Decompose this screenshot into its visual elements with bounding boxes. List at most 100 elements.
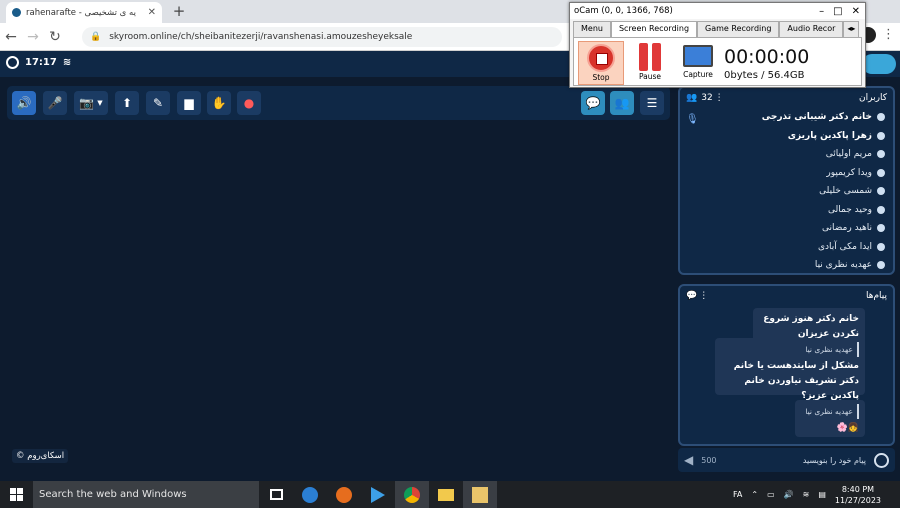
messages-menu-icon[interactable]: ⋮ (697, 291, 708, 301)
lock-icon: 🔒 (90, 31, 102, 42)
forward-arrow-icon[interactable]: → (22, 29, 44, 45)
task-view-icon (269, 489, 283, 500)
menu-button[interactable]: ☰ (640, 91, 664, 115)
message-sender: عهدیه نظری نیا (801, 404, 859, 419)
emoji-icon[interactable] (874, 452, 889, 468)
start-button[interactable] (0, 481, 33, 508)
url-field[interactable]: 🔒 skyroom.online/ch/sheibanitezerji/rava… (82, 26, 562, 47)
ocam-app-icon (472, 486, 488, 503)
camera-off-icon: 📷 (79, 96, 95, 110)
ocam-pause-button[interactable]: Pause (627, 41, 673, 85)
taskbar-time: 8:40 PM (841, 484, 875, 494)
ocam-tab-scroll-arrows[interactable]: ◂▸ (843, 21, 860, 37)
capture-label: Capture (683, 70, 713, 79)
taskbar-search[interactable]: Search the web and Windows (33, 481, 259, 508)
user-name: زهرا پاکدین پاریزی (787, 130, 872, 141)
user-name: خانم دکتر شیبانی تذرجی (761, 112, 872, 123)
folder-icon (438, 488, 454, 501)
user-row[interactable]: ایدا مکی آبادی (680, 238, 885, 257)
user-name: ویدا کریمپور (826, 167, 872, 178)
user-icon (877, 187, 885, 196)
user-row[interactable]: ویدا کریمپور (680, 164, 885, 183)
ocam-tab-screen-recording[interactable]: Screen Recording (610, 21, 698, 37)
folder-icon: ▆ (184, 96, 194, 110)
notifications-icon[interactable]: ▤ (818, 490, 826, 499)
ocam-stop-button[interactable]: Stop (578, 41, 624, 85)
ocam-tab-game-recording[interactable]: Game Recording (697, 21, 780, 37)
ocam-tab-menu[interactable]: Menu (573, 21, 611, 37)
browser-menu-icon[interactable]: ⋮ (882, 27, 895, 42)
input-language[interactable]: FA (733, 490, 742, 499)
wifi-icon[interactable]: ≋ (803, 490, 810, 499)
user-row[interactable]: شمسی خلیلی (680, 182, 885, 201)
edge-button[interactable] (293, 481, 327, 508)
user-name: عهدیه نظری نیا (814, 260, 872, 271)
user-row[interactable]: خانم دکتر شیبانی تذرجی (680, 108, 885, 127)
user-row[interactable]: مریم اولیائی (680, 145, 885, 164)
pause-icon (637, 43, 663, 71)
users-toggle-button[interactable]: 👥 (610, 91, 634, 115)
close-tab-icon[interactable]: ✕ (148, 7, 156, 18)
speaker-icon: 🔊 (16, 96, 32, 110)
user-name: مریم اولیائی (825, 149, 872, 160)
chrome-button[interactable] (395, 481, 429, 508)
send-icon[interactable]: ◀ (684, 453, 693, 467)
windows-logo-icon (10, 488, 23, 501)
taskbar-clock[interactable]: 8:40 PM 11/27/2023 (835, 484, 881, 506)
screen-share-button[interactable]: ⬆ (115, 91, 139, 115)
system-tray: FA ⌃ ▭ 🔊 ≋ ▤ 8:40 PM 11/27/2023 (733, 481, 894, 508)
user-row[interactable]: وحید جمالی (680, 201, 885, 220)
task-view-button[interactable] (259, 481, 293, 508)
screen-share-icon: ⬆ (121, 96, 133, 110)
user-icon (877, 131, 885, 140)
messages-chat-icon: 💬 (686, 291, 698, 301)
tray-overflow-icon[interactable]: ⌃ (751, 490, 758, 499)
stop-icon (587, 44, 615, 72)
skyroom-logo-icon (862, 54, 896, 74)
network-icon[interactable]: ▭ (767, 490, 775, 499)
ocam-maximize-icon[interactable]: □ (833, 6, 842, 17)
chrome-icon (404, 486, 420, 503)
reload-icon[interactable]: ↻ (44, 29, 66, 45)
file-explorer-button[interactable] (429, 481, 463, 508)
user-name: ایدا مکی آبادی (817, 241, 872, 252)
user-row[interactable]: عهدیه نظری نیا (680, 256, 885, 273)
mic-button[interactable]: 🎤 (43, 91, 67, 115)
ocam-timer: 00:00:00 (724, 46, 810, 68)
ocam-tabs: Menu Screen Recording Game Recording Aud… (573, 21, 862, 37)
clock-icon (6, 56, 19, 69)
ocam-taskbar-button[interactable] (463, 481, 497, 508)
play-icon (371, 486, 385, 503)
ocam-capture-button[interactable]: Capture (675, 41, 721, 85)
browser-tab[interactable]: rahenarafte - یه ی تشخیصی ✕ (6, 2, 162, 23)
camera-button[interactable]: 📷 ▼ (74, 91, 108, 115)
volume-icon[interactable]: 🔊 (784, 490, 794, 499)
user-row[interactable]: ناهید رمضانی (680, 219, 885, 238)
raise-hand-button[interactable]: ✋ (207, 91, 231, 115)
hamburger-icon: ☰ (646, 96, 658, 110)
record-icon: ● (243, 96, 255, 110)
stop-label: Stop (592, 73, 610, 82)
new-tab-button[interactable]: + (170, 2, 188, 20)
ocam-window: oCam (0, 0, 1366, 768) – □ ✕ Menu Screen R… (569, 2, 866, 88)
messages-title: پیام‌ها (865, 291, 887, 301)
firefox-button[interactable] (327, 481, 361, 508)
message-input[interactable]: پیام خود را بنویسید (725, 456, 866, 465)
ocam-minimize-icon[interactable]: – (819, 6, 824, 17)
back-arrow-icon[interactable]: ← (0, 29, 22, 45)
user-icon (877, 113, 885, 122)
ocam-size: 0bytes / 56.4GB (724, 70, 805, 81)
ocam-close-icon[interactable]: ✕ (852, 6, 860, 17)
record-button[interactable]: ● (237, 91, 261, 115)
message-bubble: عهدیه نظری نیا مشکل از سایتدهست یا خانم … (715, 338, 865, 401)
files-button[interactable]: ▆ (177, 91, 201, 115)
chat-toggle-button[interactable]: 💬 (581, 91, 605, 115)
user-row[interactable]: زهرا پاکدین پاریزی (680, 127, 885, 146)
message-composer: پیام خود را بنویسید 500 ◀ (678, 448, 895, 472)
whiteboard-button[interactable]: ✎ (146, 91, 170, 115)
speaker-button[interactable]: 🔊 (12, 91, 36, 115)
ocam-tab-audio-recording[interactable]: Audio Recor (779, 21, 844, 37)
users-panel-menu-icon[interactable]: ⋮ (713, 93, 724, 103)
media-player-button[interactable] (361, 481, 395, 508)
user-name: شمسی خلیلی (819, 186, 872, 197)
